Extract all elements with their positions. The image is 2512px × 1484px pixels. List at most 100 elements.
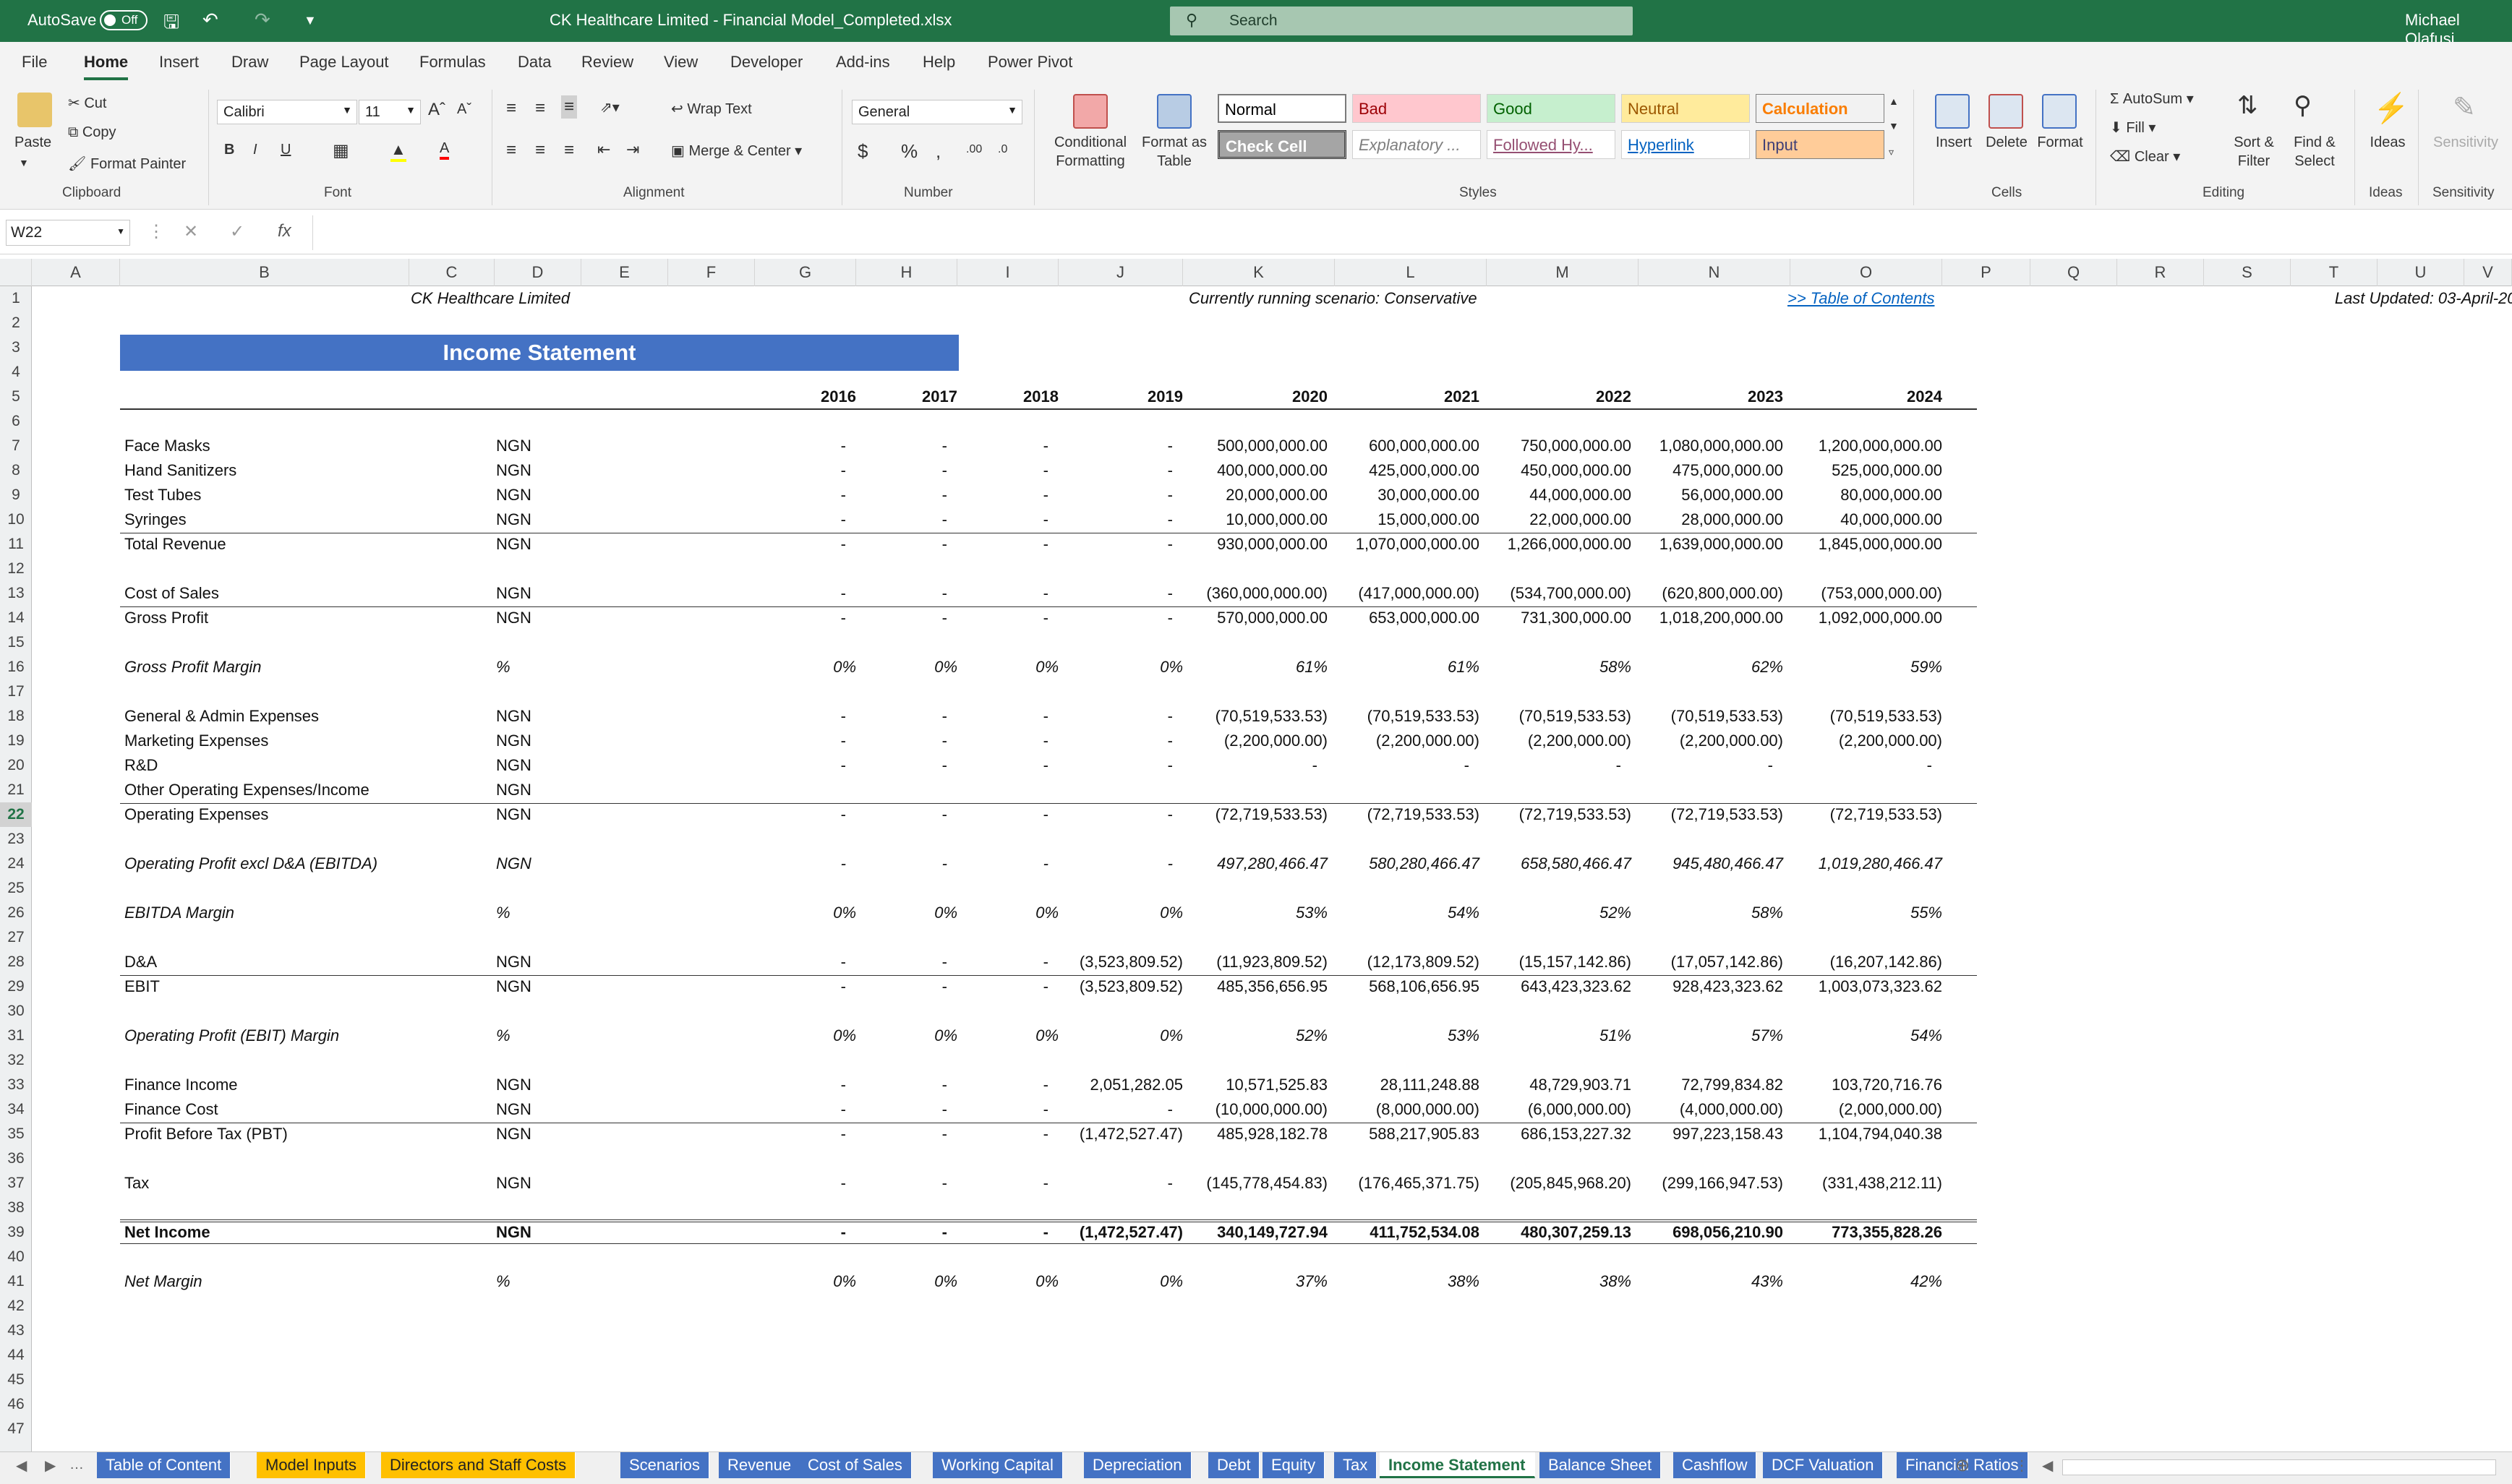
align-middle-icon[interactable]: ≡ — [535, 98, 545, 119]
row-header[interactable]: 15 — [0, 630, 32, 655]
sheet-tab[interactable]: Revenue — [719, 1452, 801, 1478]
row-header[interactable]: 10 — [0, 507, 32, 532]
column-header[interactable]: N — [1639, 259, 1790, 286]
menu-page-layout[interactable]: Page Layout — [299, 53, 389, 72]
sheet-tab[interactable]: Cost of Sales — [799, 1452, 912, 1478]
column-header[interactable]: L — [1335, 259, 1487, 286]
row-header[interactable]: 34 — [0, 1097, 32, 1122]
menu-home[interactable]: Home — [84, 53, 129, 80]
currency-icon[interactable]: $ — [858, 140, 868, 163]
sheet-tab[interactable]: Model Inputs — [257, 1452, 366, 1478]
sort-filter-icon[interactable]: ⇅ — [2237, 91, 2258, 120]
row-header[interactable]: 2 — [0, 311, 32, 335]
style-bad[interactable]: Bad — [1352, 94, 1481, 123]
sort-filter-button[interactable]: Sort & Filter — [2221, 133, 2286, 171]
row-header[interactable]: 26 — [0, 901, 32, 925]
format-as-table-button[interactable]: Format as Table — [1137, 133, 1212, 171]
fill-color-icon[interactable]: ▲ — [390, 140, 406, 162]
style-hyperlink[interactable]: Hyperlink — [1621, 130, 1750, 159]
menu-formulas[interactable]: Formulas — [419, 53, 486, 72]
menu-help[interactable]: Help — [923, 53, 955, 72]
row-header[interactable]: 40 — [0, 1245, 32, 1269]
increase-decimal-icon[interactable]: .00 — [966, 143, 982, 156]
row-header[interactable]: 45 — [0, 1368, 32, 1392]
align-center-icon[interactable]: ≡ — [535, 140, 545, 160]
increase-font-icon[interactable]: Aˆ — [428, 100, 445, 120]
sheet-tab[interactable]: Scenarios — [620, 1452, 709, 1478]
insert-function-icon[interactable]: fx — [278, 221, 291, 241]
sheet-tab[interactable]: Balance Sheet — [1539, 1452, 1662, 1478]
column-header[interactable]: Q — [2030, 259, 2117, 286]
search-box[interactable]: ⚲ Search — [1170, 7, 1633, 35]
wrap-text-button[interactable]: ↩ Wrap Text — [671, 100, 752, 118]
row-header[interactable]: 8 — [0, 458, 32, 483]
sheet-tab[interactable]: Debt — [1208, 1452, 1260, 1478]
column-header[interactable]: D — [495, 259, 581, 286]
column-header[interactable]: R — [2117, 259, 2204, 286]
styles-more-icon[interactable]: ▿ — [1889, 146, 1894, 158]
format-painter-button[interactable]: 🖌 Format Painter — [68, 155, 186, 173]
find-select-icon[interactable]: ⚲ — [2294, 91, 2312, 120]
find-select-button[interactable]: Find & Select — [2282, 133, 2347, 171]
row-header[interactable]: 41 — [0, 1269, 32, 1294]
column-header[interactable]: A — [32, 259, 120, 286]
row-header[interactable]: 24 — [0, 852, 32, 876]
style-neutral[interactable]: Neutral — [1621, 94, 1750, 123]
table-of-contents-link[interactable]: >> Table of Contents — [1787, 286, 1934, 311]
borders-icon[interactable]: ▦ — [333, 140, 349, 161]
worksheet-grid[interactable]: CK Healthcare Limited Currently running s… — [32, 286, 2512, 1451]
row-header[interactable]: 4 — [0, 360, 32, 385]
select-all-corner[interactable] — [0, 259, 32, 286]
row-header[interactable]: 16 — [0, 655, 32, 679]
style-normal[interactable]: Normal — [1218, 94, 1346, 123]
merge-center-button[interactable]: ▣ Merge & Center ▾ — [671, 142, 802, 160]
styles-scroll-down-icon[interactable]: ▼ — [1889, 120, 1899, 132]
row-header[interactable]: 20 — [0, 753, 32, 778]
row-header[interactable]: 7 — [0, 434, 32, 458]
delete-cells-icon[interactable] — [1988, 94, 2023, 129]
conditional-formatting-icon[interactable] — [1073, 94, 1108, 129]
row-header[interactable]: 14 — [0, 606, 32, 630]
menu-power-pivot[interactable]: Power Pivot — [988, 53, 1072, 72]
menu-draw[interactable]: Draw — [231, 53, 268, 72]
menu-add-ins[interactable]: Add-ins — [836, 53, 890, 72]
fill-button[interactable]: ⬇ Fill ▾ — [2110, 119, 2156, 137]
row-header[interactable]: 27 — [0, 925, 32, 950]
cancel-icon[interactable]: ✕ — [184, 221, 198, 242]
align-right-icon[interactable]: ≡ — [564, 140, 574, 160]
row-header[interactable]: 18 — [0, 704, 32, 729]
conditional-formatting-button[interactable]: Conditional Formatting — [1047, 133, 1134, 171]
row-header[interactable]: 3 — [0, 335, 32, 360]
row-header[interactable]: 9 — [0, 483, 32, 507]
autosave-toggle[interactable]: Off — [100, 10, 148, 30]
style-calculation[interactable]: Calculation — [1756, 94, 1884, 123]
cut-button[interactable]: ✂ Cut — [68, 94, 106, 112]
sheet-tab[interactable]: Tax — [1334, 1452, 1377, 1478]
sheet-tab[interactable]: DCF Valuation — [1763, 1452, 1884, 1478]
orientation-icon[interactable]: ⇗▾ — [600, 98, 620, 116]
paste-dropdown-icon[interactable]: ▼ — [19, 153, 29, 172]
decrease-indent-icon[interactable]: ⇤ — [597, 140, 610, 159]
align-bottom-icon[interactable]: ≡ — [561, 95, 578, 119]
column-header[interactable]: P — [1942, 259, 2030, 286]
row-header[interactable]: 31 — [0, 1024, 32, 1048]
font-color-icon[interactable]: A — [440, 140, 450, 160]
sheet-tab[interactable]: Table of Content — [97, 1452, 231, 1478]
row-header[interactable]: 39 — [0, 1220, 32, 1245]
row-header[interactable]: 21 — [0, 778, 32, 802]
menu-view[interactable]: View — [664, 53, 698, 72]
row-header[interactable]: 44 — [0, 1343, 32, 1368]
menu-insert[interactable]: Insert — [159, 53, 199, 72]
row-header[interactable]: 19 — [0, 729, 32, 753]
enter-icon[interactable]: ✓ — [230, 221, 244, 242]
style-input[interactable]: Input — [1756, 130, 1884, 159]
column-header[interactable]: S — [2204, 259, 2291, 286]
row-header[interactable]: 6 — [0, 409, 32, 434]
style-good[interactable]: Good — [1487, 94, 1615, 123]
new-sheet-icon[interactable]: ⊕ — [1955, 1455, 1970, 1476]
italic-icon[interactable]: I — [253, 142, 257, 158]
font-size-select[interactable]: 11 ▼ — [359, 100, 421, 124]
sheet-tab[interactable]: Income Statement — [1380, 1452, 1535, 1478]
column-header[interactable]: K — [1183, 259, 1335, 286]
percent-icon[interactable]: % — [901, 140, 918, 163]
